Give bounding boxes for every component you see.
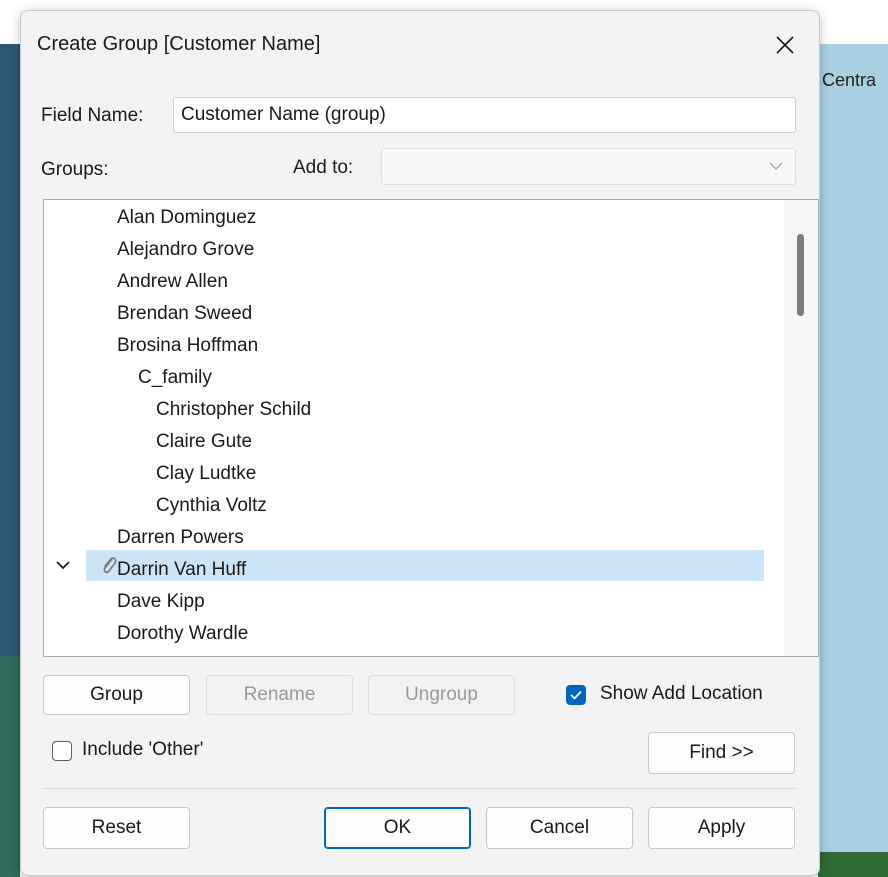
list-item[interactable]: Darren Powers [117, 523, 244, 553]
rename-button[interactable]: Rename [206, 675, 353, 715]
background-panel [818, 852, 888, 877]
list-item[interactable]: Andrew Allen [117, 267, 228, 297]
background-panel [0, 44, 20, 656]
list-item[interactable]: Dorothy Wardle [117, 619, 248, 649]
list-item[interactable]: Brendan Sweed [117, 299, 252, 329]
apply-button[interactable]: Apply [648, 807, 795, 849]
reset-button[interactable]: Reset [43, 807, 190, 849]
checkmark-icon [570, 690, 582, 700]
group-button[interactable]: Group [43, 675, 190, 715]
tree-child-item[interactable]: Claire Gute [156, 427, 252, 457]
include-other-checkbox[interactable] [52, 741, 72, 761]
field-name-label: Field Name: [41, 105, 144, 126]
groups-label: Groups: [41, 159, 109, 180]
tree-group-item[interactable]: C_family [138, 363, 212, 393]
create-group-dialog: Create Group [Customer Name] Field Name:… [20, 10, 820, 876]
tree-child-item[interactable]: Christopher Schild [156, 395, 311, 425]
list-item[interactable]: Alan Dominguez [117, 203, 256, 233]
list-item[interactable]: Alejandro Grove [117, 235, 254, 265]
paperclip-icon [103, 557, 117, 574]
add-to-dropdown[interactable] [381, 148, 796, 185]
background-panel [818, 656, 888, 852]
add-to-label: Add to: [293, 157, 354, 178]
close-icon [776, 36, 794, 54]
vertical-scrollbar[interactable] [784, 200, 818, 656]
dialog-title: Create Group [Customer Name] [37, 33, 321, 55]
background-panel [818, 44, 888, 656]
dialog-titlebar[interactable]: Create Group [Customer Name] [21, 11, 819, 81]
group-tree-list[interactable]: Alan Dominguez Alejandro Grove Andrew Alle… [43, 199, 819, 657]
list-item[interactable]: Dave Kipp [117, 587, 205, 617]
find-button[interactable]: Find >> [648, 732, 795, 774]
chevron-down-icon [769, 162, 783, 170]
separator [43, 788, 795, 789]
ungroup-button[interactable]: Ungroup [368, 675, 515, 715]
background-panel [0, 656, 20, 877]
cancel-button[interactable]: Cancel [486, 807, 633, 849]
include-other-label[interactable]: Include 'Other' [82, 739, 203, 761]
ok-button[interactable]: OK [324, 807, 471, 849]
list-item[interactable]: Brosina Hoffman [117, 331, 258, 361]
show-add-location-checkbox[interactable] [566, 685, 586, 705]
field-name-input[interactable]: Customer Name (group) [173, 97, 796, 133]
list-item[interactable]: Darrin Van Huff [117, 555, 246, 585]
scrollbar-thumb[interactable] [797, 234, 804, 316]
show-add-location-label[interactable]: Show Add Location [600, 683, 763, 705]
background-text: Centra [822, 70, 877, 90]
tree-child-item[interactable]: Clay Ludtke [156, 459, 256, 489]
close-button[interactable] [765, 25, 805, 65]
chevron-down-icon[interactable] [56, 560, 70, 570]
tree-child-item[interactable]: Cynthia Voltz [156, 491, 267, 521]
